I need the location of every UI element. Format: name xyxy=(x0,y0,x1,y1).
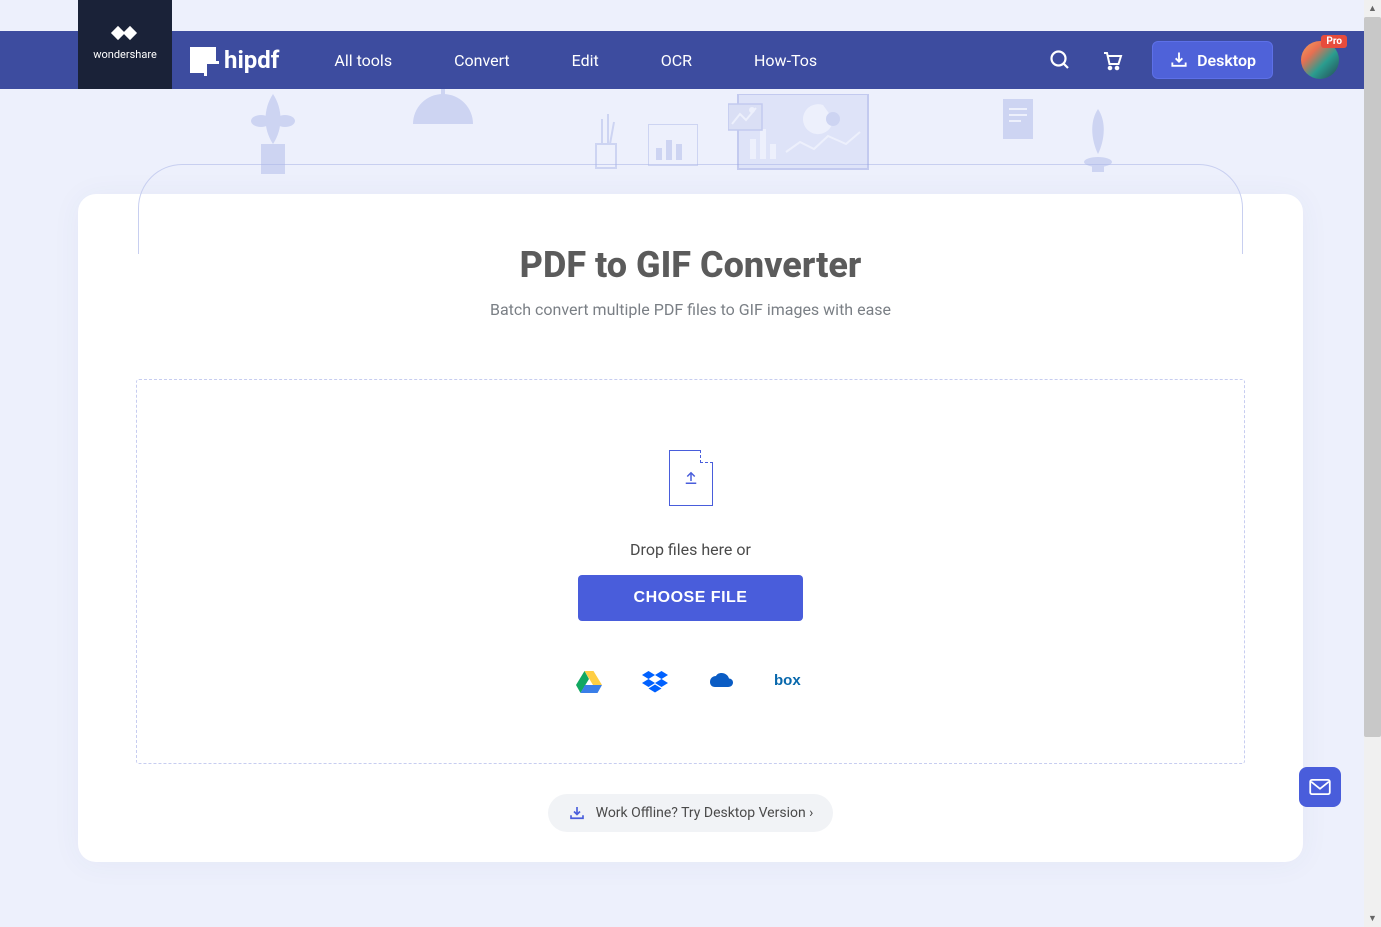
offline-desktop-link[interactable]: Work Offline? Try Desktop Version › xyxy=(548,794,834,832)
hipdf-logo-text: hipdf xyxy=(224,46,279,74)
drop-text: Drop files here or xyxy=(630,540,751,559)
box-icon[interactable]: box xyxy=(774,671,806,693)
pro-badge: Pro xyxy=(1321,35,1347,48)
scrollbar[interactable]: ▲ ▼ xyxy=(1364,0,1381,927)
svg-text:box: box xyxy=(774,672,801,689)
wondershare-text: wondershare xyxy=(93,48,157,61)
scroll-track[interactable] xyxy=(1364,737,1381,910)
search-icon[interactable] xyxy=(1048,48,1072,72)
nav-ocr[interactable]: OCR xyxy=(661,51,692,70)
top-spacer xyxy=(0,0,1381,31)
pencil-cup-icon xyxy=(588,114,624,170)
page-subtitle: Batch convert multiple PDF files to GIF … xyxy=(136,300,1245,319)
download-icon xyxy=(1169,50,1189,70)
hipdf-logo-icon xyxy=(190,47,216,73)
dropbox-icon[interactable] xyxy=(642,671,668,693)
offline-wrap: Work Offline? Try Desktop Version › xyxy=(136,794,1245,832)
bar-chart-icon xyxy=(648,124,698,166)
header-right: Desktop Pro xyxy=(1048,41,1339,79)
decoration-line xyxy=(138,164,1243,254)
cloud-providers: box xyxy=(576,671,806,693)
scroll-up-arrow[interactable]: ▲ xyxy=(1364,0,1381,17)
dropzone[interactable]: Drop files here or CHOOSE FILE box xyxy=(136,379,1245,764)
download-icon xyxy=(568,804,586,822)
wondershare-icon xyxy=(113,28,137,44)
lamp-icon xyxy=(408,89,478,139)
nav-edit[interactable]: Edit xyxy=(572,51,599,70)
contact-fab[interactable] xyxy=(1299,767,1341,807)
scroll-thumb[interactable] xyxy=(1364,17,1381,737)
quill-icon xyxy=(1078,104,1118,174)
nav-all-tools[interactable]: All tools xyxy=(334,51,392,70)
mail-icon xyxy=(1309,779,1331,795)
desktop-button-label: Desktop xyxy=(1197,51,1256,70)
choose-file-button[interactable]: CHOOSE FILE xyxy=(578,575,804,621)
plant-icon xyxy=(243,89,303,184)
hipdf-logo[interactable]: hipdf xyxy=(190,46,279,74)
google-drive-icon[interactable] xyxy=(576,671,602,693)
analytics-frame-icon xyxy=(728,94,873,174)
decorations xyxy=(78,89,1303,194)
header: wondershare hipdf All tools Convert Edit… xyxy=(0,31,1381,89)
offline-text: Work Offline? Try Desktop Version › xyxy=(596,805,814,821)
scroll-down-arrow[interactable]: ▼ xyxy=(1364,910,1381,927)
nav-how-tos[interactable]: How-Tos xyxy=(754,51,817,70)
main-card: PDF to GIF Converter Batch convert multi… xyxy=(78,194,1303,862)
desktop-button[interactable]: Desktop xyxy=(1152,41,1273,79)
nav-menu: All tools Convert Edit OCR How-Tos xyxy=(334,51,817,70)
document-icon xyxy=(1003,99,1033,139)
cart-icon[interactable] xyxy=(1100,48,1124,72)
onedrive-icon[interactable] xyxy=(708,671,734,693)
file-upload-icon xyxy=(669,450,713,506)
nav-convert[interactable]: Convert xyxy=(454,51,510,70)
avatar-wrap: Pro xyxy=(1301,41,1339,79)
wondershare-logo[interactable]: wondershare xyxy=(78,0,172,89)
